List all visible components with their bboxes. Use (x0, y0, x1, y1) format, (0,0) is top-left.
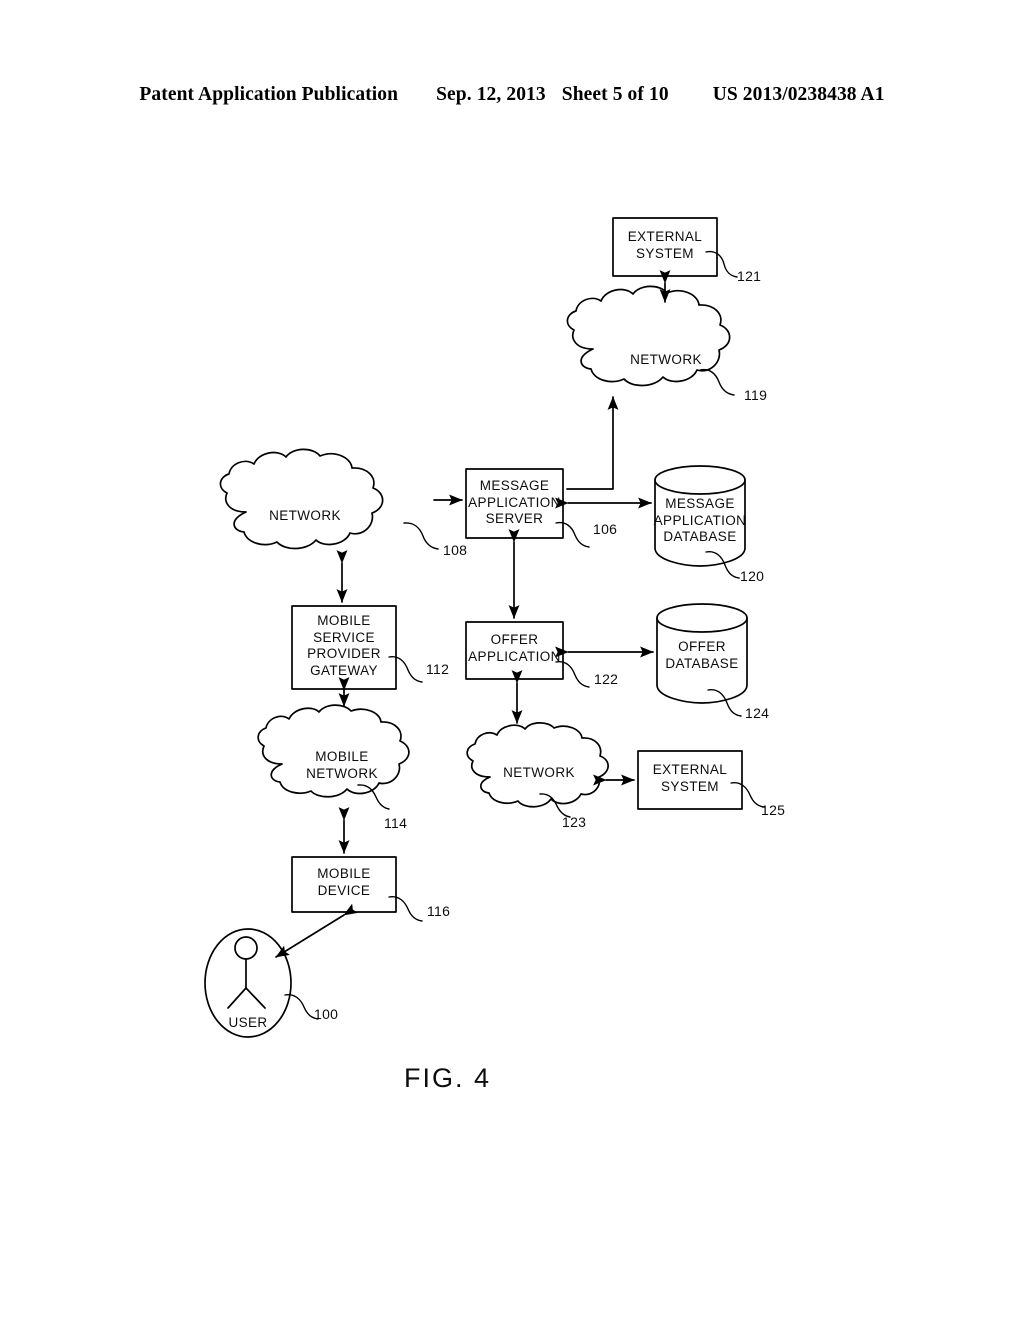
ref-120: 120 (740, 568, 765, 584)
ref-122: 122 (594, 671, 619, 687)
ref-123: 123 (562, 814, 587, 830)
node-message-application-database-shape (654, 465, 746, 567)
node-external-system-121-shape (612, 217, 718, 277)
node-user-shape (204, 928, 292, 1038)
ref-121: 121 (737, 268, 762, 284)
ref-119: 119 (744, 387, 768, 403)
node-offer-database-shape (656, 603, 748, 704)
node-message-application-server-shape (465, 468, 564, 539)
connector-mobile-device-user (275, 903, 358, 958)
node-network-119-shape (566, 285, 731, 387)
ref-106: 106 (593, 521, 618, 537)
ref-124: 124 (745, 705, 770, 721)
node-mobile-network-shape (257, 704, 410, 798)
ref-114: 114 (384, 815, 408, 831)
connector-server-network-119 (566, 396, 619, 490)
node-network-108-shape (219, 448, 384, 550)
node-offer-application-shape (465, 621, 564, 680)
node-mobile-service-provider-gateway-shape (291, 605, 397, 690)
node-network-123-shape (466, 722, 609, 808)
node-mobile-device-shape (291, 856, 397, 913)
ref-116: 116 (427, 903, 451, 919)
figure-4-diagram: EXTERNAL SYSTEM 121 NETWORK 119 NETWORK … (0, 0, 1024, 1320)
ref-100: 100 (314, 1006, 339, 1022)
figure-caption: FIG. 4 (404, 1063, 492, 1093)
ref-125: 125 (761, 802, 786, 818)
ref-108: 108 (443, 542, 468, 558)
node-external-system-125-shape (637, 750, 743, 810)
ref-112: 112 (426, 661, 450, 677)
